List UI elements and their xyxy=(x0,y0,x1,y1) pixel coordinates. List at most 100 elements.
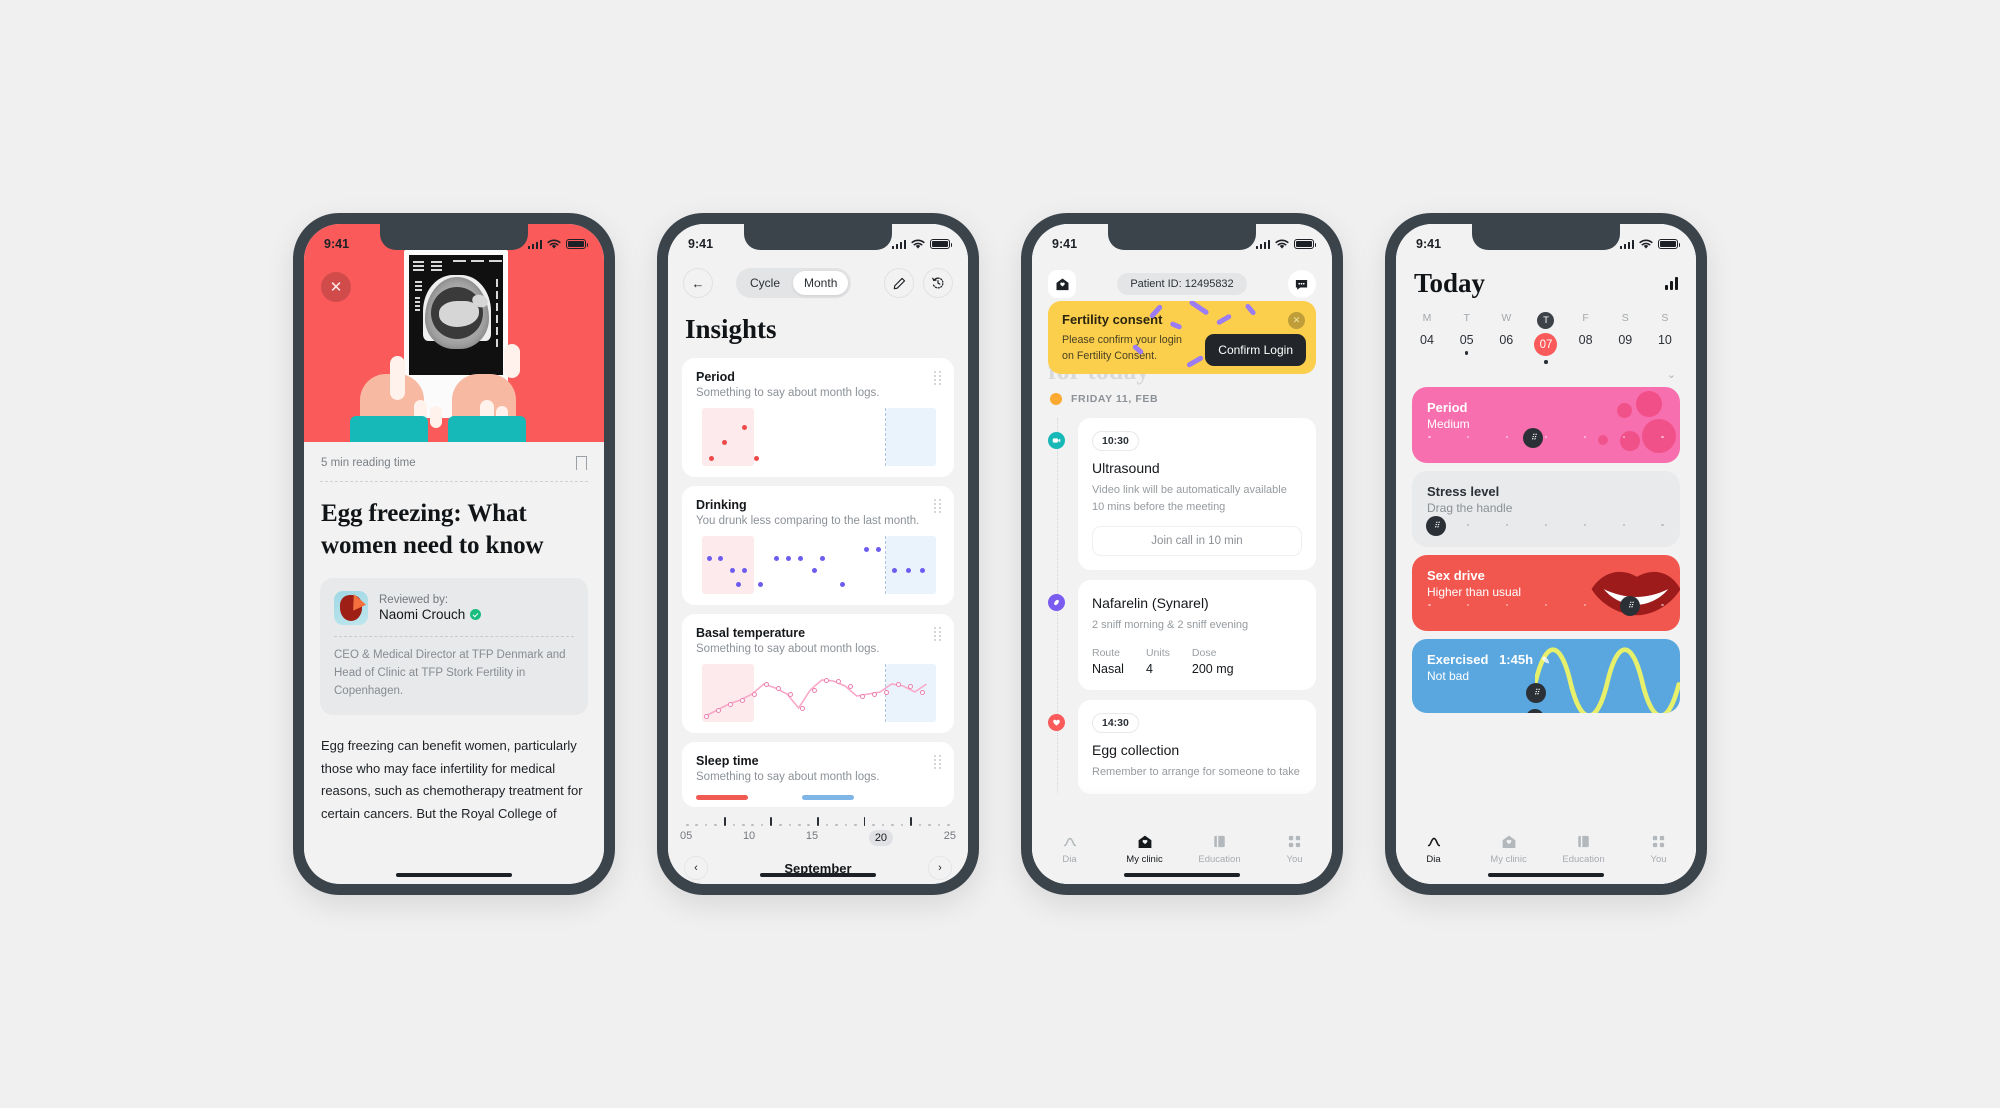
drag-handle-icon[interactable] xyxy=(934,371,942,385)
event-description: Video link will be automatically availab… xyxy=(1092,484,1287,513)
fertility-consent-banner[interactable]: ✕ Fertility consent Please confirm your … xyxy=(1048,301,1316,374)
sidebar-item-you[interactable]: You xyxy=(1264,833,1326,865)
pencil-icon[interactable]: ✎ xyxy=(1542,656,1550,667)
day-cell-selected[interactable]: T 07 xyxy=(1531,312,1561,364)
home-indicator xyxy=(760,872,876,877)
banner-text: Please confirm your login on Fertility C… xyxy=(1062,334,1182,362)
notch xyxy=(1472,224,1620,250)
day-cell[interactable]: M 04 xyxy=(1412,312,1442,364)
avatar xyxy=(334,591,368,625)
bookmark-icon[interactable] xyxy=(575,456,588,477)
wifi-icon xyxy=(1639,238,1653,249)
phone-insights: 9:41 ← Cycle Month Insights Period Somet… xyxy=(657,213,979,895)
sidebar-item-education[interactable]: Education xyxy=(1189,833,1251,865)
clinic-home-icon[interactable] xyxy=(1048,270,1076,298)
phone-article: 9:41 ✕ 5 min reading time Egg freezing: … xyxy=(293,213,615,895)
day-cell[interactable]: S 10 xyxy=(1650,312,1680,364)
chevron-down-icon[interactable]: ⌄ xyxy=(1396,364,1696,381)
tile-stress-level[interactable]: Stress level Drag the handle ⠿ xyxy=(1412,470,1680,547)
medication-meta: Route Nasal Units 4 Dose 200 mg xyxy=(1092,647,1302,676)
home-indicator xyxy=(396,872,512,877)
day-cell[interactable]: T 05 xyxy=(1452,312,1482,364)
pencil-icon[interactable] xyxy=(884,268,914,298)
patient-id-badge: Patient ID: 12495832 xyxy=(1117,273,1247,295)
meta-value: 4 xyxy=(1145,661,1153,676)
insight-card-period[interactable]: Period Something to say about month logs… xyxy=(682,358,954,477)
join-call-button[interactable]: Join call in 10 min xyxy=(1092,526,1302,556)
date-axis-labels: 05 10 15 20 25 xyxy=(668,826,968,846)
chevron-left-icon[interactable]: ‹ xyxy=(684,856,708,880)
tile-period[interactable]: Period Medium ⠿ xyxy=(1412,386,1680,463)
close-icon[interactable]: ✕ xyxy=(1288,312,1305,329)
drag-handle-icon[interactable] xyxy=(934,755,942,769)
insight-card-drinking[interactable]: Drinking You drunk less comparing to the… xyxy=(682,486,954,605)
page-title: Insights xyxy=(685,314,777,344)
period-scatter-chart xyxy=(696,408,940,466)
reviewer-card: Reviewed by: Naomi Crouch CEO & Medical … xyxy=(320,578,588,716)
tile-title: Period xyxy=(1427,399,1468,415)
drag-handle[interactable]: ⠿ xyxy=(1426,515,1446,536)
tab-cycle[interactable]: Cycle xyxy=(739,271,791,295)
tile-exercised[interactable]: Exercised 1:45h ✎ Not bad ⠿ ⠿ xyxy=(1412,638,1680,713)
day-number: 05 xyxy=(1459,333,1474,347)
drag-handle[interactable]: ⠿ xyxy=(1523,427,1543,448)
home-indicator xyxy=(1488,872,1604,877)
card-title: Period xyxy=(696,370,735,384)
drag-handle-icon[interactable] xyxy=(934,627,942,641)
week-calendar: M 04 T 05 W 06 T 07 F 08 S 09 S 10 xyxy=(1396,299,1696,364)
timeline-item-medication[interactable]: Nafarelin (Synarel) 2 sniff morning & 2 … xyxy=(1048,580,1316,690)
tab-month[interactable]: Month xyxy=(793,271,849,295)
grid-icon xyxy=(1651,833,1666,850)
drag-handle-icon[interactable] xyxy=(934,499,942,513)
timeline-item-ultrasound[interactable]: 10:30 Ultrasound Video link will be auto… xyxy=(1048,418,1316,570)
wave-icon xyxy=(1062,833,1078,850)
nav-label: Dia xyxy=(1426,854,1441,865)
sidebar-item-education[interactable]: Education xyxy=(1553,833,1615,865)
cycle-month-toggle[interactable]: Cycle Month xyxy=(736,268,852,298)
verified-badge-icon xyxy=(470,609,482,620)
insight-card-list: Period Something to say about month logs… xyxy=(668,358,968,807)
drag-handle[interactable]: ⠿ xyxy=(1526,682,1546,703)
meta-value: 200 mg xyxy=(1191,661,1234,676)
book-icon xyxy=(1576,833,1591,850)
insight-card-basal-temperature[interactable]: Basal temperature Something to say about… xyxy=(682,614,954,733)
day-number: 06 xyxy=(1499,333,1514,347)
day-letter: F xyxy=(1582,312,1589,324)
event-title: Ultrasound xyxy=(1092,460,1160,476)
heart-icon xyxy=(1048,713,1065,731)
day-number: 07 xyxy=(1534,333,1558,356)
card-subtitle: Something to say about month logs. xyxy=(696,387,880,399)
day-cell[interactable]: W 06 xyxy=(1491,312,1521,364)
nav-label: My clinic xyxy=(1490,854,1527,865)
sidebar-item-you[interactable]: You xyxy=(1628,833,1690,865)
timeline-item-egg-collection[interactable]: 14:30 Egg collection Remember to arrange… xyxy=(1048,699,1316,794)
phone-mockup-stage: 9:41 ✕ 5 min reading time Egg freezing: … xyxy=(0,0,2000,1108)
day-dot xyxy=(1464,351,1469,355)
chevron-right-icon[interactable]: › xyxy=(927,856,952,880)
sidebar-item-my-clinic[interactable]: My clinic xyxy=(1114,833,1176,865)
sidebar-item-dia[interactable]: Dia xyxy=(1039,833,1101,865)
day-cell[interactable]: F 08 xyxy=(1571,312,1601,364)
history-clock-icon[interactable] xyxy=(923,268,953,298)
meta-value: Nasal xyxy=(1092,661,1124,676)
chat-bubble-icon[interactable] xyxy=(1287,270,1316,298)
bar-chart-icon[interactable] xyxy=(1665,277,1678,290)
wifi-icon xyxy=(547,238,561,249)
drag-handle[interactable]: ⠿ xyxy=(1620,595,1640,616)
insight-card-sleep-time[interactable]: Sleep time Something to say about month … xyxy=(682,742,954,807)
tile-title: Sex drive xyxy=(1427,567,1485,583)
status-time: 9:41 xyxy=(688,237,714,251)
day-number: 10 xyxy=(1657,333,1672,347)
day-cell[interactable]: S 09 xyxy=(1610,312,1640,364)
sidebar-item-my-clinic[interactable]: My clinic xyxy=(1478,833,1540,865)
article-paragraph: Egg freezing can benefit women, particul… xyxy=(321,738,583,821)
sidebar-item-dia[interactable]: Dia xyxy=(1403,833,1465,865)
date-label: FRIDAY 11, FEB xyxy=(1071,393,1159,405)
wifi-icon xyxy=(1275,238,1289,249)
back-arrow-icon[interactable]: ← xyxy=(683,268,713,298)
close-icon[interactable]: ✕ xyxy=(321,272,351,302)
meta-key: Dose xyxy=(1191,646,1217,659)
tile-sex-drive[interactable]: Sex drive Higher than usual ⠿ xyxy=(1412,554,1680,631)
confirm-login-button[interactable]: Confirm Login xyxy=(1205,334,1306,366)
banner-title: Fertility consent xyxy=(1062,312,1163,327)
